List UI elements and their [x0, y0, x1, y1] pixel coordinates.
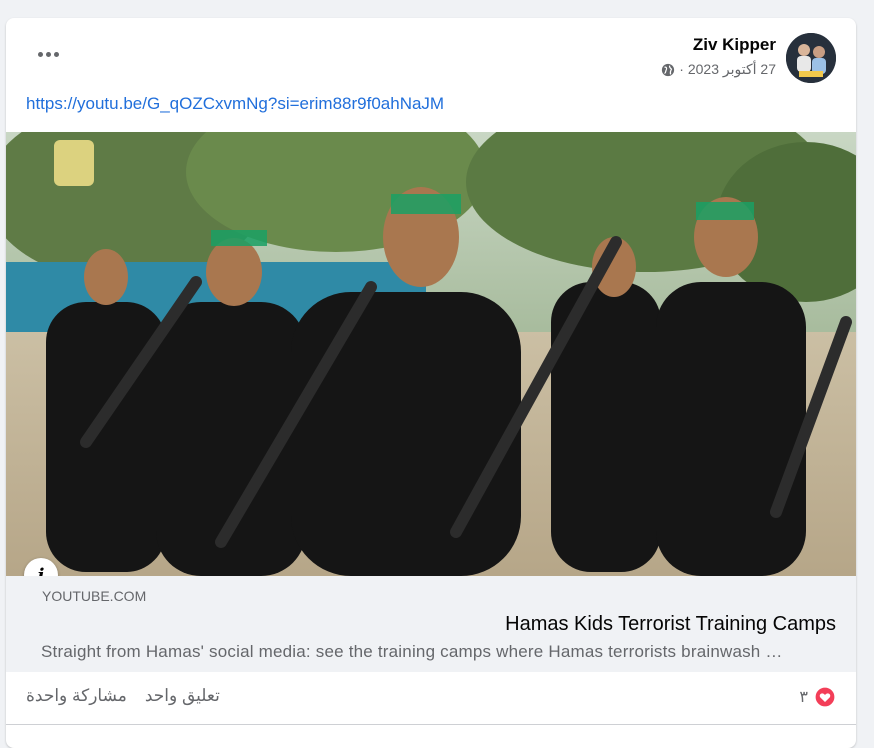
globe-icon — [662, 63, 675, 76]
shares-count[interactable]: مشاركة واحدة — [26, 686, 127, 706]
more-options-icon-dot — [53, 51, 59, 57]
link-title[interactable]: Hamas Kids Terrorist Training Camps — [505, 613, 836, 636]
engagement-bar: ٣ مشاركة واحدة تعليق واحد — [6, 672, 856, 725]
post-meta: 27 أكتوبر 2023 · — [661, 61, 776, 78]
post-link[interactable]: https://youtu.be/G_qOZCxvmNg?si=erim88r9… — [26, 94, 444, 114]
heart-reaction-icon — [814, 686, 836, 708]
comments-count[interactable]: تعليق واحد — [145, 686, 220, 706]
link-description: Straight from Hamas' social media: see t… — [41, 642, 783, 661]
reaction-count: ٣ — [799, 689, 808, 706]
avatar[interactable] — [786, 33, 836, 83]
engagement-stats: مشاركة واحدة تعليق واحد — [26, 686, 220, 706]
link-preview-image[interactable] — [6, 132, 856, 576]
video-thumbnail — [6, 132, 856, 576]
reaction-summary[interactable]: ٣ — [799, 686, 836, 708]
more-options-icon-dot — [45, 51, 51, 57]
post-card: Ziv Kipper 27 أكتوبر 2023 · https://yout… — [6, 18, 856, 748]
post-date[interactable]: 27 أكتوبر 2023 · — [679, 61, 776, 78]
link-domain: YOUTUBE.COM — [42, 588, 147, 604]
author-name[interactable]: Ziv Kipper — [693, 35, 776, 55]
avatar-image — [786, 33, 836, 83]
more-options-icon — [37, 51, 43, 57]
more-options-button[interactable] — [34, 40, 62, 68]
link-preview-meta[interactable]: YOUTUBE.COM Hamas Kids Terrorist Trainin… — [6, 576, 856, 672]
